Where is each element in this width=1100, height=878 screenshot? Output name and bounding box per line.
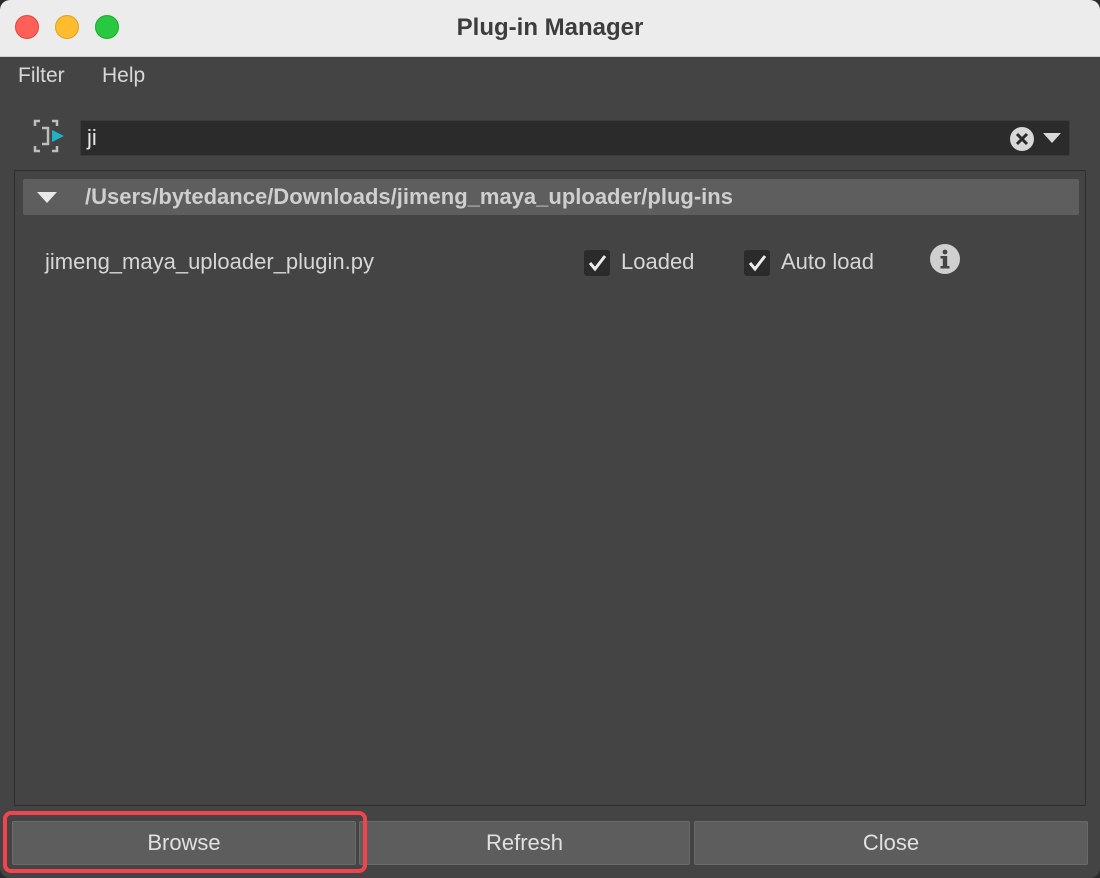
dropdown-icon[interactable] bbox=[1043, 131, 1061, 145]
title-bar: Plug-in Manager bbox=[0, 0, 1100, 57]
info-icon[interactable] bbox=[929, 243, 961, 275]
menu-filter[interactable]: Filter bbox=[18, 62, 65, 90]
plugin-manager-window: Plug-in Manager Filter Help ji /Users/by… bbox=[0, 0, 1100, 878]
search-input[interactable]: ji bbox=[80, 120, 1070, 156]
browse-button[interactable]: Browse bbox=[12, 821, 356, 865]
plugin-path-header[interactable]: /Users/bytedance/Downloads/jimeng_maya_u… bbox=[23, 179, 1079, 215]
loaded-label: Loaded bbox=[621, 249, 695, 274]
plugin-path: /Users/bytedance/Downloads/jimeng_maya_u… bbox=[85, 184, 733, 209]
collapse-arrow-icon[interactable] bbox=[37, 191, 57, 203]
loaded-checkbox[interactable] bbox=[584, 250, 610, 276]
autoload-label: Auto load bbox=[781, 249, 874, 274]
filter-icon[interactable] bbox=[32, 118, 68, 154]
checkmark-icon bbox=[588, 255, 607, 272]
refresh-button[interactable]: Refresh bbox=[359, 821, 690, 865]
window-title: Plug-in Manager bbox=[456, 14, 644, 41]
checkmark-icon bbox=[748, 255, 767, 272]
menu-help[interactable]: Help bbox=[102, 62, 145, 90]
plugin-name: jimeng_maya_uploader_plugin.py bbox=[45, 249, 375, 274]
close-button[interactable]: Close bbox=[694, 821, 1088, 865]
plugin-list-panel: /Users/bytedance/Downloads/jimeng_maya_u… bbox=[14, 170, 1086, 806]
search-value: ji bbox=[87, 125, 97, 150]
autoload-checkbox[interactable] bbox=[744, 250, 770, 276]
clear-icon[interactable] bbox=[1009, 126, 1035, 152]
menu-bar: Filter Help bbox=[0, 56, 1100, 96]
